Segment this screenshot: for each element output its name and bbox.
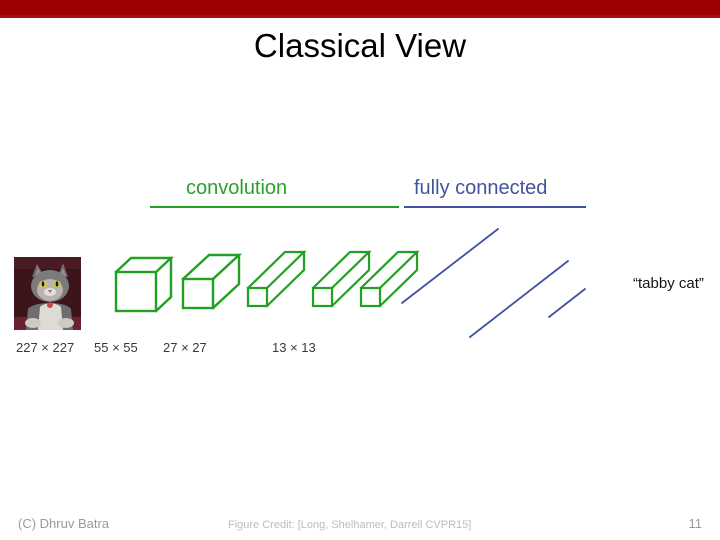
figure-rule-fully-connected xyxy=(404,206,586,208)
figure-label-convolution: convolution xyxy=(186,177,288,199)
dimension-label-55: 55 × 55 xyxy=(94,340,138,355)
footer-figure-credit: Figure Credit: [Long, Shelhamer, Darrell… xyxy=(228,519,472,531)
conv-block-3 xyxy=(246,250,308,310)
dimension-label-27: 27 × 27 xyxy=(163,340,207,355)
footer-author: (C) Dhruv Batra xyxy=(18,516,110,531)
fully-connected-layer-strokes xyxy=(400,225,600,340)
dimension-label-227: 227 × 227 xyxy=(16,340,75,355)
conv-block-2 xyxy=(181,252,243,312)
footer-page-number: 11 xyxy=(688,516,703,531)
slide-footer: (C) Dhruv Batra Figure Credit: [Long, Sh… xyxy=(0,515,720,537)
figure-rule-convolution xyxy=(150,206,399,208)
output-class-label: “tabby cat” xyxy=(633,275,704,292)
figure-label-fully-connected: fully connected xyxy=(414,177,548,199)
slide-canvas: Classical View convolution fully connect… xyxy=(0,0,720,540)
cnn-architecture-figure: convolution fully connected “tabby cat” … xyxy=(0,150,720,380)
input-cat-image xyxy=(14,257,81,330)
dimension-label-row: 227 × 227 55 × 55 27 × 27 13 × 13 xyxy=(0,340,720,360)
page-title: Classical View xyxy=(253,27,467,64)
dimension-label-13: 13 × 13 xyxy=(272,340,316,355)
conv-block-1 xyxy=(113,254,175,314)
top-accent-bar-shadow xyxy=(0,15,720,18)
